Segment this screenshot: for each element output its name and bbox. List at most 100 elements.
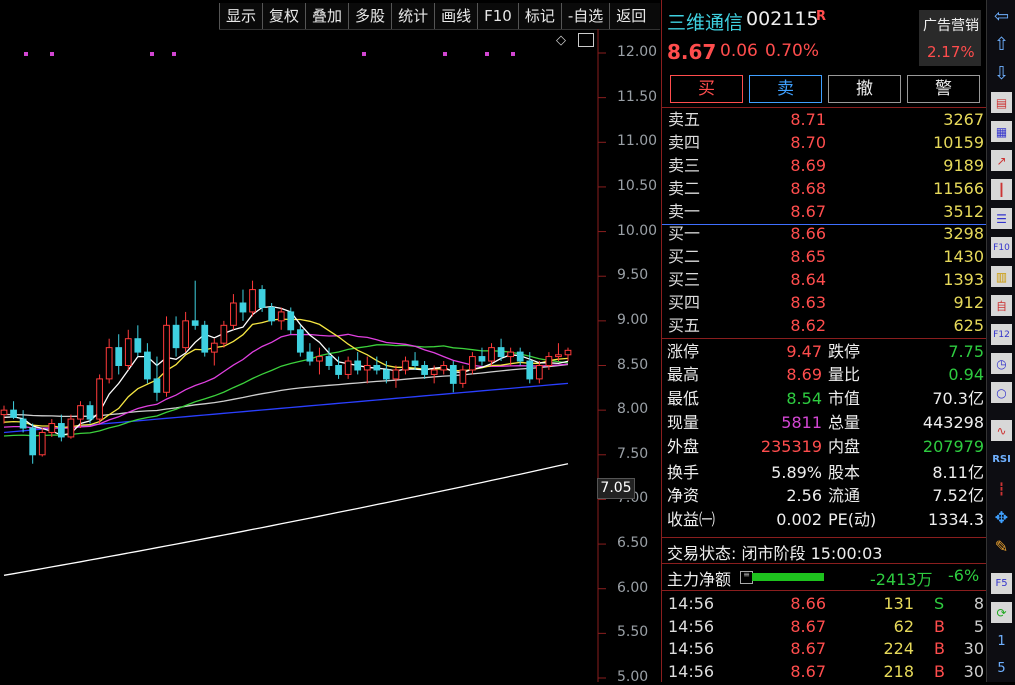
stat-label: 总量 bbox=[828, 413, 861, 432]
order-book-row[interactable]: 买三 8.64 1393 bbox=[666, 268, 984, 291]
toolbar-item[interactable]: -自选 bbox=[560, 3, 609, 29]
sector-box[interactable]: 广告营销 2.17% bbox=[919, 10, 981, 66]
toolbar-item[interactable]: 返回 bbox=[609, 3, 652, 29]
stat-value: 8.11亿 bbox=[932, 463, 984, 482]
tick-volume: 62 bbox=[893, 616, 914, 636]
main-flow-bar bbox=[752, 573, 824, 581]
candle-body bbox=[449, 365, 457, 384]
candle bbox=[0, 405, 8, 424]
refresh-icon[interactable]: ⟳ bbox=[991, 602, 1012, 623]
f10-icon[interactable]: F10 bbox=[991, 237, 1012, 258]
chart-toolbar: 显示 复权 叠加 多股 统计 画线 F10 标记 -自选 返回 bbox=[219, 3, 660, 30]
stat-label: 换手 bbox=[667, 463, 700, 482]
tick-row[interactable]: 14:56 8.67 62 B 5 bbox=[666, 615, 984, 638]
toolbar-item[interactable]: F10 bbox=[477, 3, 518, 29]
cancel-button[interactable]: 撤 bbox=[828, 75, 901, 103]
y-tick-label: 9.00 bbox=[617, 311, 649, 328]
sector-pct: 2.17% bbox=[927, 43, 975, 61]
arrow-left-icon[interactable]: ⇦ bbox=[991, 6, 1012, 27]
stat-value: 235319 bbox=[760, 437, 822, 456]
toolbar-item[interactable]: 叠加 bbox=[305, 3, 348, 29]
candle-body bbox=[459, 369, 467, 384]
order-book-row[interactable]: 卖四 8.70 10159 bbox=[666, 131, 984, 154]
candle-body bbox=[172, 324, 180, 349]
order-book-row[interactable]: 卖三 8.69 9189 bbox=[666, 154, 984, 177]
toolbar-item[interactable]: 统计 bbox=[391, 3, 434, 29]
tick-row[interactable]: 14:56 8.67 218 B 30 bbox=[666, 660, 984, 683]
stat-label: 现量 bbox=[667, 413, 700, 432]
candle-body bbox=[373, 365, 381, 371]
candle-body bbox=[249, 289, 256, 313]
order-book-row[interactable]: 买五 8.62 625 bbox=[666, 314, 984, 337]
bars-icon[interactable]: ┇ bbox=[991, 478, 1012, 499]
alert-button[interactable]: 警 bbox=[907, 75, 980, 103]
toolbar-item[interactable]: 显示 bbox=[219, 3, 262, 29]
candlestick-chart[interactable] bbox=[0, 29, 660, 682]
level-price: 8.67 bbox=[790, 202, 826, 221]
self-select-icon[interactable]: 自 bbox=[991, 295, 1012, 316]
toolbar-item[interactable]: 多股 bbox=[348, 3, 391, 29]
window-icon[interactable] bbox=[578, 33, 594, 47]
order-book-row[interactable]: 卖一 8.67 3512 bbox=[666, 200, 984, 223]
candle-body bbox=[268, 306, 276, 322]
buy-button[interactable]: 买 bbox=[670, 75, 743, 103]
line-chart-icon[interactable]: ↗ bbox=[991, 150, 1012, 171]
candle bbox=[402, 356, 409, 375]
tick-row[interactable]: 14:56 8.66 131 S 8 bbox=[666, 592, 984, 615]
tick-count: 8 bbox=[973, 594, 984, 613]
move-icon[interactable]: ✥ bbox=[991, 507, 1012, 528]
level-price: 8.71 bbox=[790, 110, 826, 129]
f5-icon[interactable]: F5 bbox=[991, 573, 1012, 594]
kline-icon[interactable]: ┃ bbox=[991, 179, 1012, 200]
candle-body bbox=[325, 356, 333, 367]
pencil-icon[interactable]: ✎ bbox=[991, 536, 1012, 557]
f12-icon[interactable]: F12 bbox=[991, 324, 1012, 345]
table-icon[interactable]: ☰ bbox=[991, 208, 1012, 229]
arrow-up-icon[interactable]: ⇧ bbox=[991, 34, 1012, 55]
report-icon[interactable]: ▤ bbox=[991, 92, 1012, 113]
signal-marker bbox=[172, 52, 176, 56]
current-price-label: 7.05 bbox=[597, 478, 635, 499]
candle-body bbox=[344, 360, 352, 375]
stat-label: 收益㈠ bbox=[667, 510, 716, 529]
candle bbox=[48, 419, 56, 437]
signal-marker bbox=[24, 52, 28, 56]
main-flow-label: 主力净额 bbox=[667, 570, 732, 589]
level-label: 买四 bbox=[668, 293, 701, 312]
toolbar-item[interactable]: 复权 bbox=[262, 3, 305, 29]
circle-icon[interactable]: ○ bbox=[991, 382, 1012, 403]
sell-button[interactable]: 卖 bbox=[749, 75, 822, 103]
wave-icon[interactable]: ∿ bbox=[991, 420, 1012, 441]
level-label: 买三 bbox=[668, 270, 701, 289]
page-one-label[interactable]: 1 bbox=[991, 631, 1012, 652]
page-five-label[interactable]: 5 bbox=[991, 658, 1012, 679]
stat-label: 市值 bbox=[828, 389, 861, 408]
y-tick-label: 6.50 bbox=[617, 535, 649, 552]
candle-body bbox=[201, 324, 209, 353]
signal-marker bbox=[150, 52, 154, 56]
order-book-row[interactable]: 卖五 8.71 3267 bbox=[666, 108, 984, 131]
candle-body bbox=[478, 356, 486, 362]
stat-value: 9.47 bbox=[786, 342, 822, 361]
tick-price: 8.66 bbox=[790, 594, 826, 613]
diamond-icon[interactable]: ◇ bbox=[556, 33, 568, 48]
clock-icon[interactable]: ◷ bbox=[991, 353, 1012, 374]
toolbar-item[interactable]: 画线 bbox=[434, 3, 477, 29]
level-volume: 10159 bbox=[933, 133, 984, 152]
candle-body bbox=[77, 405, 84, 420]
order-book-row[interactable]: 卖二 8.68 11566 bbox=[666, 177, 984, 200]
order-book-row[interactable]: 买二 8.65 1430 bbox=[666, 245, 984, 268]
toolbar-item[interactable]: 标记 bbox=[517, 3, 561, 29]
candle bbox=[258, 285, 266, 312]
level-label: 买五 bbox=[668, 316, 701, 335]
signal-marker bbox=[50, 52, 54, 56]
order-book-row[interactable]: 买一 8.66 3298 bbox=[666, 222, 984, 245]
rsi-icon[interactable]: RSI bbox=[991, 449, 1012, 470]
tick-row[interactable]: 14:56 8.67 224 B 30 bbox=[666, 637, 984, 660]
arrow-down-icon[interactable]: ⇩ bbox=[991, 63, 1012, 84]
candle bbox=[10, 401, 17, 420]
stat-label: 流通 bbox=[828, 486, 861, 505]
order-book-row[interactable]: 买四 8.63 912 bbox=[666, 291, 984, 314]
grid-icon[interactable]: ▦ bbox=[991, 121, 1012, 142]
news-icon[interactable]: ▥ bbox=[991, 266, 1012, 287]
